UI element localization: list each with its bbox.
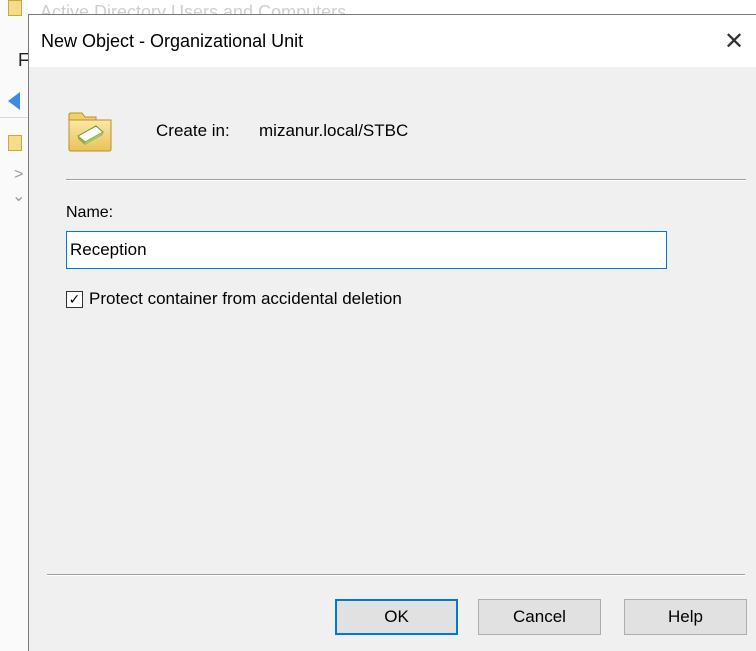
- checkmark-icon: ✓: [68, 291, 81, 307]
- protect-checkbox-row[interactable]: ✓ Protect container from accidental dele…: [66, 288, 402, 310]
- name-label: Name:: [66, 204, 114, 221]
- back-arrow-icon[interactable]: [8, 92, 20, 110]
- name-input[interactable]: [66, 231, 667, 269]
- background-folder-icon: [8, 135, 22, 151]
- close-icon: ✕: [723, 27, 745, 55]
- new-ou-dialog: New Object - Organizational Unit ✕ Creat…: [28, 14, 756, 651]
- dialog-titlebar[interactable]: New Object - Organizational Unit ✕: [29, 15, 756, 67]
- cancel-button[interactable]: Cancel: [478, 599, 601, 635]
- create-in-path: mizanur.local/STBC: [259, 121, 409, 140]
- protect-checkbox-label[interactable]: Protect container from accidental deleti…: [89, 289, 402, 309]
- background-app-icon: [8, 0, 22, 16]
- create-in-label: Create in:: [156, 121, 230, 140]
- ok-button[interactable]: OK: [335, 599, 458, 635]
- expand-chevron-icon[interactable]: >: [14, 166, 23, 184]
- close-button[interactable]: ✕: [711, 15, 756, 67]
- dialog-title: New Object - Organizational Unit: [41, 31, 304, 51]
- background-window-title: Active Directory Users and Computers: [40, 2, 347, 14]
- background-separator: [0, 117, 28, 118]
- help-button[interactable]: Help: [624, 599, 747, 635]
- bottom-divider: [47, 574, 745, 575]
- collapse-chevron-icon[interactable]: ⌄: [12, 186, 25, 206]
- organizational-unit-folder-icon: [68, 112, 112, 152]
- top-divider: [66, 179, 746, 180]
- protect-checkbox[interactable]: ✓: [66, 290, 83, 308]
